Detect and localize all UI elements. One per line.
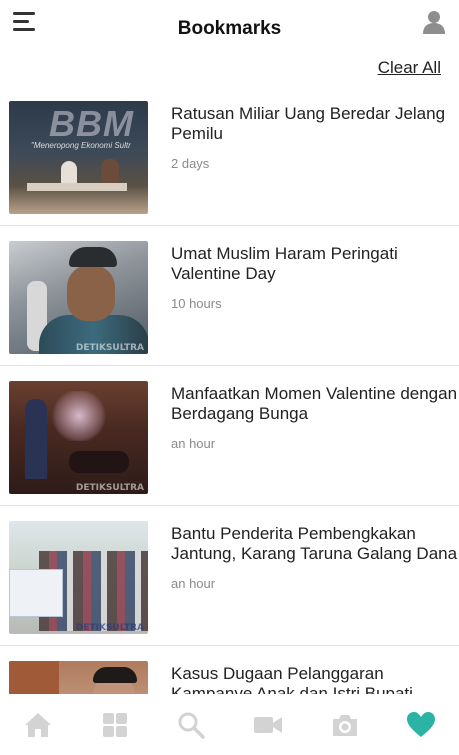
watermark: DETIKSULTRA: [75, 343, 144, 353]
article-thumbnail: [9, 661, 148, 694]
article-title: Bantu Penderita Pembengkakan Jantung, Ka…: [171, 524, 458, 563]
watermark: DETIKSULTRA: [75, 623, 144, 633]
article-time: an hour: [171, 576, 216, 591]
user-icon[interactable]: [423, 10, 445, 34]
bookmark-list: BBM "Meneropong Ekonomi Sultr Ratusan Mi…: [0, 86, 459, 694]
bottom-tab-bar: [0, 694, 459, 755]
page-title: Bookmarks: [177, 18, 282, 39]
article-title: Manfaatkan Momen Valentine dengan Berdag…: [171, 384, 458, 423]
article-time: 2 days: [171, 156, 210, 171]
thumbnail-text: BBM: [49, 103, 134, 144]
list-item[interactable]: BBM "Meneropong Ekonomi Sultr Ratusan Mi…: [0, 86, 459, 226]
watermark: DETIKSULTRA: [75, 483, 144, 493]
app-header: Bookmarks: [0, 0, 459, 56]
article-thumbnail: BBM "Meneropong Ekonomi Sultr: [9, 101, 148, 214]
article-title: Kasus Dugaan Pelanggaran Kampanye Anak d…: [171, 664, 413, 694]
list-item[interactable]: Kasus Dugaan Pelanggaran Kampanye Anak d…: [0, 646, 459, 694]
article-thumbnail: DETIKSULTRA: [9, 241, 148, 354]
heart-icon[interactable]: [406, 710, 436, 740]
article-title: Umat Muslim Haram Peringati Valentine Da…: [171, 244, 398, 283]
article-title: Ratusan Miliar Uang Beredar Jelang Pemil…: [171, 104, 446, 143]
article-time: an hour: [171, 436, 216, 451]
article-time: 10 hours: [171, 296, 222, 311]
search-icon[interactable]: [176, 710, 206, 740]
list-item[interactable]: DETIKSULTRA Manfaatkan Momen Valentine d…: [0, 366, 459, 506]
clear-all-button[interactable]: Clear All: [378, 58, 441, 78]
article-thumbnail: DETIKSULTRA: [9, 521, 148, 634]
article-thumbnail: DETIKSULTRA: [9, 381, 148, 494]
grid-icon[interactable]: [100, 710, 130, 740]
video-icon[interactable]: [253, 710, 283, 740]
list-item[interactable]: DETIKSULTRA Bantu Penderita Pembengkakan…: [0, 506, 459, 646]
thumbnail-caption: "Meneropong Ekonomi Sultr: [31, 141, 131, 150]
home-icon[interactable]: [23, 710, 53, 740]
camera-icon[interactable]: [330, 710, 360, 740]
list-item[interactable]: DETIKSULTRA Umat Muslim Haram Peringati …: [0, 226, 459, 366]
